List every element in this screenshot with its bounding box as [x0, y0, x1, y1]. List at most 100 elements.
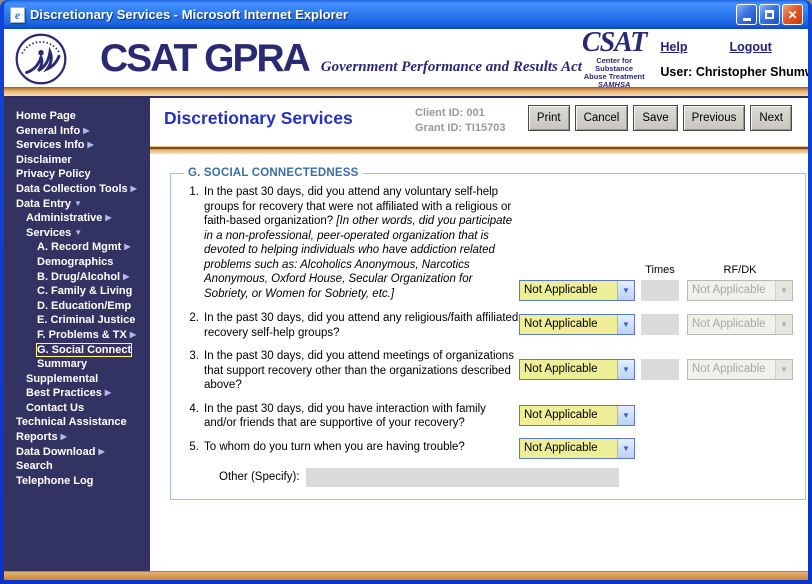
question-text: To whom do you turn when you are having …: [204, 440, 519, 459]
cancel-button[interactable]: Cancel: [575, 105, 629, 131]
q1-times-input[interactable]: [641, 280, 679, 301]
internet-explorer-page-icon: e: [10, 7, 25, 23]
q3-rfdk-select[interactable]: Not Applicable ▼: [687, 359, 793, 380]
sidebar-item-general-info[interactable]: General Info▶: [4, 124, 150, 139]
sidebar-item-supplemental[interactable]: Supplemental: [4, 372, 150, 387]
rfdk-column-header: RF/DK: [687, 264, 793, 276]
question-text: In the past 30 days, did you have intera…: [204, 402, 519, 431]
sidebar-item-home-page[interactable]: Home Page: [4, 109, 150, 124]
question-number: 4.: [183, 402, 199, 431]
sidebar-item-f-problems-tx[interactable]: F. Problems & TX▶: [4, 328, 150, 343]
save-button[interactable]: Save: [633, 105, 677, 131]
q2-answer-select[interactable]: Not Applicable ▼: [519, 314, 635, 335]
window-title: Discretionary Services - Microsoft Inter…: [30, 7, 734, 22]
q4-answer-select[interactable]: Not Applicable ▼: [519, 405, 635, 426]
header-right: Help Logout User: Christopher Shumway: [660, 40, 808, 79]
sidebar-item-services-info[interactable]: Services Info▶: [4, 138, 150, 153]
chevron-down-icon: ▼: [775, 281, 792, 300]
minimize-button[interactable]: [736, 4, 757, 25]
submenu-arrow-icon: ▶: [98, 447, 104, 456]
close-icon: ✕: [787, 8, 797, 22]
q5-answer-select[interactable]: Not Applicable ▼: [519, 438, 635, 459]
question-text: In the past 30 days, did you attend any …: [204, 185, 519, 301]
maximize-icon: [765, 10, 774, 19]
submenu-arrow-icon: ▶: [105, 388, 111, 397]
header-accent-bar: [4, 87, 808, 98]
chevron-down-icon: ▼: [617, 315, 634, 334]
sidebar-item-demographics[interactable]: Demographics: [4, 255, 150, 270]
sidebar-item-privacy-policy[interactable]: Privacy Policy: [4, 167, 150, 182]
question-row-2: 2. In the past 30 days, did you attend a…: [183, 311, 793, 340]
sidebar-item-summary[interactable]: Summary: [4, 357, 150, 372]
q1-answer-select[interactable]: Not Applicable ▼: [519, 280, 635, 301]
sidebar-item-d-education-emp[interactable]: D. Education/Emp: [4, 299, 150, 314]
q2-times-input[interactable]: [641, 314, 679, 335]
sidebar-item-best-practices[interactable]: Best Practices▶: [4, 386, 150, 401]
next-button[interactable]: Next: [750, 105, 792, 131]
other-specify-input[interactable]: [306, 468, 619, 487]
chevron-down-icon: ▼: [617, 406, 634, 425]
question-row-5: 5. To whom do you turn when you are havi…: [183, 440, 793, 459]
sidebar-item-telephone-log[interactable]: Telephone Log: [4, 474, 150, 489]
sidebar-item-data-entry[interactable]: Data Entry▼: [4, 197, 150, 212]
question-row-3: 3. In the past 30 days, did you attend m…: [183, 349, 793, 393]
sidebar-item-a-record-mgmt[interactable]: A. Record Mgmt▶: [4, 240, 150, 255]
question-row-1: 1. In the past 30 days, did you attend a…: [183, 185, 793, 301]
sidebar-item-b-drug-alcohol[interactable]: B. Drug/Alcohol▶: [4, 270, 150, 285]
footer-accent-bar: [4, 571, 808, 580]
help-link[interactable]: Help: [660, 40, 687, 54]
close-button[interactable]: ✕: [782, 4, 803, 25]
brand-tagline: Government Performance and Results Act: [321, 59, 582, 76]
question-text: In the past 30 days, did you attend meet…: [204, 349, 519, 393]
sidebar-item-contact-us[interactable]: Contact Us: [4, 401, 150, 416]
sidebar-item-g-social-connect[interactable]: G. Social Connect: [4, 343, 150, 358]
q2-rfdk-select[interactable]: Not Applicable ▼: [687, 314, 793, 335]
submenu-arrow-icon: ▼: [74, 228, 82, 237]
sidebar-item-data-download[interactable]: Data Download▶: [4, 445, 150, 460]
submenu-arrow-icon: ▶: [130, 330, 136, 339]
social-connectedness-fieldset: G. SOCIAL CONNECTEDNESS 1. In the past 3…: [170, 167, 806, 500]
submenu-arrow-icon: ▶: [83, 126, 89, 135]
main-content: Discretionary Services Client ID: 001 Gr…: [150, 98, 808, 571]
client-grant-ids: Client ID: 001 Grant ID: TI15703: [415, 106, 505, 136]
q1-rfdk-select[interactable]: Not Applicable ▼: [687, 280, 793, 301]
sidebar-item-technical-assistance[interactable]: Technical Assistance: [4, 415, 150, 430]
fieldset-legend: G. SOCIAL CONNECTEDNESS: [184, 167, 363, 179]
user-label: User: Christopher Shumway: [660, 65, 808, 79]
question-row-4: 4. In the past 30 days, did you have int…: [183, 402, 793, 431]
chevron-down-icon: ▼: [617, 360, 634, 379]
q3-answer-select[interactable]: Not Applicable ▼: [519, 359, 635, 380]
csat-logo-acronym: CSAT: [582, 29, 646, 57]
content-accent-divider: [150, 146, 808, 154]
sidebar-item-search[interactable]: Search: [4, 459, 150, 474]
sidebar-item-services[interactable]: Services▼: [4, 226, 150, 241]
sidebar-item-administrative[interactable]: Administrative▶: [4, 211, 150, 226]
submenu-arrow-icon: ▼: [74, 199, 82, 208]
grant-id-label: Grant ID: TI15703: [415, 121, 505, 136]
logout-link[interactable]: Logout: [729, 40, 771, 54]
browser-viewport: CSAT GPRA Government Performance and Res…: [4, 29, 808, 580]
other-specify-row: Other (Specify):: [183, 468, 793, 487]
print-button[interactable]: Print: [528, 105, 570, 131]
question-text: In the past 30 days, did you attend any …: [204, 311, 519, 340]
client-id-label: Client ID: 001: [415, 106, 505, 121]
sidebar-nav: Home Page General Info▶ Services Info▶ D…: [4, 98, 150, 571]
sidebar-item-disclaimer[interactable]: Disclaimer: [4, 153, 150, 168]
sidebar-item-e-criminal-justice[interactable]: E. Criminal Justice: [4, 313, 150, 328]
browser-window: e Discretionary Services - Microsoft Int…: [0, 0, 812, 584]
brand-title: CSAT GPRA: [100, 37, 309, 81]
submenu-arrow-icon: ▶: [61, 432, 67, 441]
chevron-down-icon: ▼: [617, 439, 634, 458]
sidebar-item-data-collection-tools[interactable]: Data Collection Tools▶: [4, 182, 150, 197]
app-header: CSAT GPRA Government Performance and Res…: [4, 29, 808, 87]
q3-times-input[interactable]: [641, 359, 679, 380]
sidebar-item-reports[interactable]: Reports▶: [4, 430, 150, 445]
hhs-logo-icon: [14, 32, 68, 86]
sidebar-item-c-family-living[interactable]: C. Family & Living: [4, 284, 150, 299]
previous-button[interactable]: Previous: [683, 105, 746, 131]
csat-logo: CSAT Center for Substance Abuse Treatmen…: [582, 29, 646, 90]
submenu-arrow-icon: ▶: [131, 184, 137, 193]
question-number: 1.: [183, 185, 199, 301]
times-column-header: Times: [641, 264, 679, 276]
maximize-button[interactable]: [759, 4, 780, 25]
